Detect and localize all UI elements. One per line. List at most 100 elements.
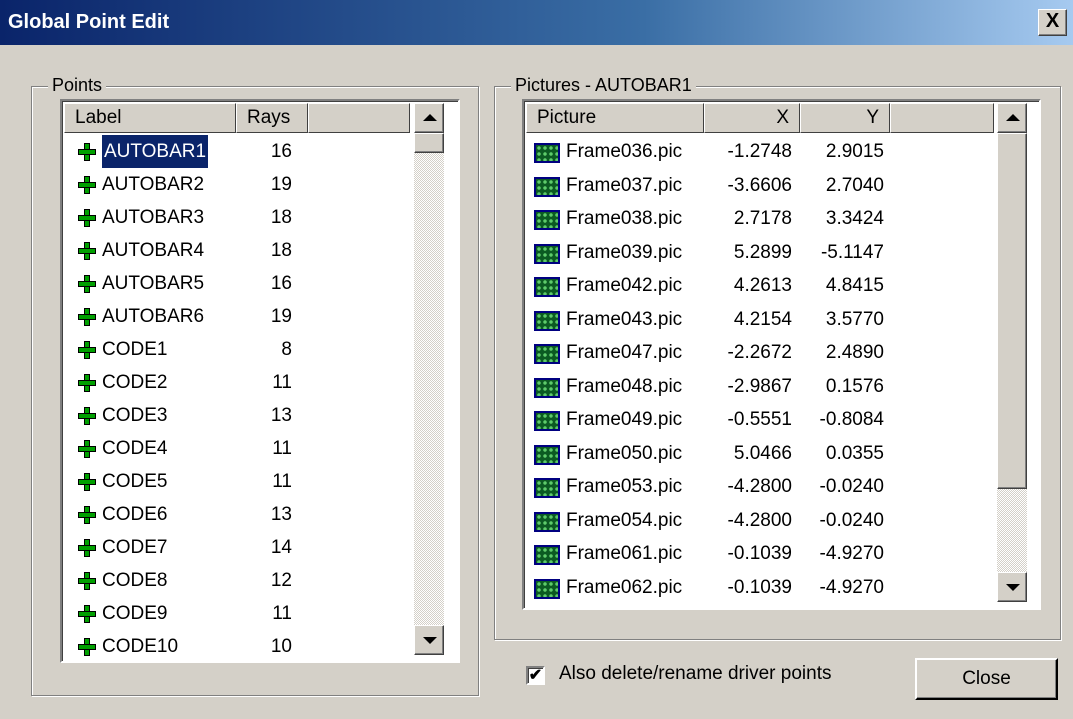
- column-header-blank: [308, 103, 410, 133]
- plus-icon: [78, 176, 96, 194]
- picture-name: Frame042.pic: [566, 275, 683, 296]
- point-label: AUTOBAR1: [100, 134, 210, 169]
- picture-x: 4.2154: [733, 308, 792, 330]
- arrow-down-icon: [1006, 584, 1020, 591]
- table-row[interactable]: CODE6 13: [62, 498, 412, 531]
- point-label: CODE10: [102, 636, 179, 657]
- scroll-down-button[interactable]: [997, 572, 1027, 602]
- picture-icon: [534, 310, 560, 331]
- points-list[interactable]: Label Rays AUTOBAR1 16 AUTOBAR2 19 AUTOBAR3 1…: [60, 99, 460, 663]
- scroll-down-button[interactable]: [414, 625, 444, 655]
- point-rays: 12: [270, 570, 292, 591]
- arrow-up-icon: [423, 114, 437, 121]
- scroll-thumb[interactable]: [414, 133, 444, 153]
- arrow-down-icon: [423, 637, 437, 644]
- table-row[interactable]: Frame054.pic -4.2800 -0.0240: [524, 504, 994, 537]
- table-row[interactable]: AUTOBAR1 16: [62, 134, 412, 169]
- table-row[interactable]: Frame036.pic -1.2748 2.9015: [524, 135, 994, 168]
- table-row[interactable]: AUTOBAR3 18: [62, 201, 412, 234]
- picture-name: Frame037.pic: [566, 174, 683, 196]
- picture-y: -5.1147: [820, 241, 884, 263]
- table-row[interactable]: Frame061.pic -0.1039 -4.9270: [524, 537, 994, 570]
- table-row[interactable]: AUTOBAR4 18: [62, 234, 412, 267]
- table-row[interactable]: Frame038.pic 2.7178 3.3424: [524, 202, 994, 235]
- table-row[interactable]: Frame042.pic 4.2613 4.8415: [524, 269, 994, 302]
- table-row[interactable]: CODE10 10: [62, 630, 412, 661]
- picture-icon: [534, 344, 560, 364]
- point-rays: 10: [270, 636, 292, 657]
- plus-icon: [78, 473, 96, 491]
- column-header-x[interactable]: X: [704, 103, 800, 133]
- point-label: AUTOBAR4: [102, 240, 205, 261]
- scroll-up-button[interactable]: [414, 103, 444, 133]
- table-row[interactable]: CODE2 11: [62, 366, 412, 399]
- pictures-scrollbar[interactable]: [997, 103, 1027, 602]
- table-row[interactable]: CODE1 8: [62, 333, 412, 366]
- picture-x: -4.2800: [727, 509, 792, 531]
- table-row[interactable]: AUTOBAR2 19: [62, 168, 412, 201]
- table-row[interactable]: CODE3 13: [62, 399, 412, 432]
- picture-x: -0.1039: [727, 543, 792, 564]
- picture-name: Frame062.pic: [566, 576, 683, 598]
- point-label: CODE9: [102, 603, 168, 624]
- table-row[interactable]: CODE9 11: [62, 597, 412, 630]
- point-label: AUTOBAR2: [102, 174, 205, 195]
- picture-y: 3.5770: [825, 308, 884, 330]
- plus-icon: [78, 572, 96, 590]
- table-row[interactable]: CODE7 14: [62, 531, 412, 564]
- table-row[interactable]: Frame050.pic 5.0466 0.0355: [524, 437, 994, 470]
- picture-x: 4.2613: [733, 275, 792, 296]
- picture-x: -1.2748: [727, 141, 792, 162]
- point-rays: 14: [270, 537, 292, 558]
- picture-icon: [534, 377, 560, 398]
- table-row[interactable]: CODE4 11: [62, 432, 412, 465]
- picture-y: -0.0240: [819, 509, 884, 531]
- column-header-y[interactable]: Y: [800, 103, 890, 133]
- point-label: CODE2: [102, 372, 168, 393]
- plus-icon: [78, 341, 96, 359]
- title-bar: Global Point Edit X: [0, 0, 1073, 45]
- column-header-rays[interactable]: Rays: [236, 103, 308, 133]
- scroll-thumb[interactable]: [997, 133, 1027, 489]
- points-scrollbar[interactable]: [414, 103, 444, 655]
- table-row[interactable]: Frame053.pic -4.2800 -0.0240: [524, 470, 994, 503]
- also-delete-checkbox[interactable]: ✔: [526, 666, 545, 685]
- table-row[interactable]: Frame049.pic -0.5551 -0.8084: [524, 403, 994, 436]
- also-delete-label[interactable]: Also delete/rename driver points: [559, 663, 831, 685]
- table-row[interactable]: Frame062.pic -0.1039 -4.9270: [524, 571, 994, 604]
- close-button[interactable]: Close: [915, 658, 1058, 700]
- picture-x: 5.2899: [733, 241, 792, 263]
- table-row[interactable]: Frame043.pic 4.2154 3.5770: [524, 303, 994, 336]
- plus-icon: [78, 209, 96, 227]
- picture-icon: [534, 243, 560, 264]
- point-rays: 19: [270, 306, 292, 327]
- point-label: CODE7: [102, 537, 168, 558]
- picture-y: -0.0240: [819, 476, 884, 497]
- picture-x: -4.2800: [727, 476, 792, 497]
- pictures-list[interactable]: Picture X Y Frame036.pic -1.2748 2.9015 Fra…: [522, 99, 1041, 610]
- table-row[interactable]: AUTOBAR6 19: [62, 300, 412, 333]
- table-row[interactable]: CODE8 12: [62, 564, 412, 597]
- point-rays: 18: [270, 207, 292, 228]
- picture-icon: [534, 277, 560, 297]
- table-row[interactable]: Frame039.pic 5.2899 -5.1147: [524, 236, 994, 269]
- point-label: AUTOBAR5: [102, 273, 205, 294]
- table-row[interactable]: Frame048.pic -2.9867 0.1576: [524, 370, 994, 403]
- picture-name: Frame043.pic: [566, 308, 683, 330]
- plus-icon: [78, 440, 96, 458]
- column-header-label[interactable]: Label: [64, 103, 236, 133]
- picture-icon: [534, 143, 560, 163]
- picture-name: Frame038.pic: [566, 208, 683, 229]
- column-header-picture[interactable]: Picture: [526, 103, 704, 133]
- points-group-label: Points: [48, 75, 107, 96]
- table-row[interactable]: Frame037.pic -3.6606 2.7040: [524, 169, 994, 202]
- plus-icon: [78, 506, 96, 524]
- table-row[interactable]: CODE5 11: [62, 465, 412, 498]
- table-row[interactable]: Frame047.pic -2.2672 2.4890: [524, 336, 994, 369]
- window-title: Global Point Edit: [8, 11, 170, 33]
- scroll-up-button[interactable]: [997, 103, 1027, 133]
- point-label: AUTOBAR3: [102, 207, 205, 228]
- table-row[interactable]: AUTOBAR5 16: [62, 267, 412, 300]
- close-window-button[interactable]: X: [1038, 9, 1067, 36]
- point-label: CODE3: [102, 405, 168, 426]
